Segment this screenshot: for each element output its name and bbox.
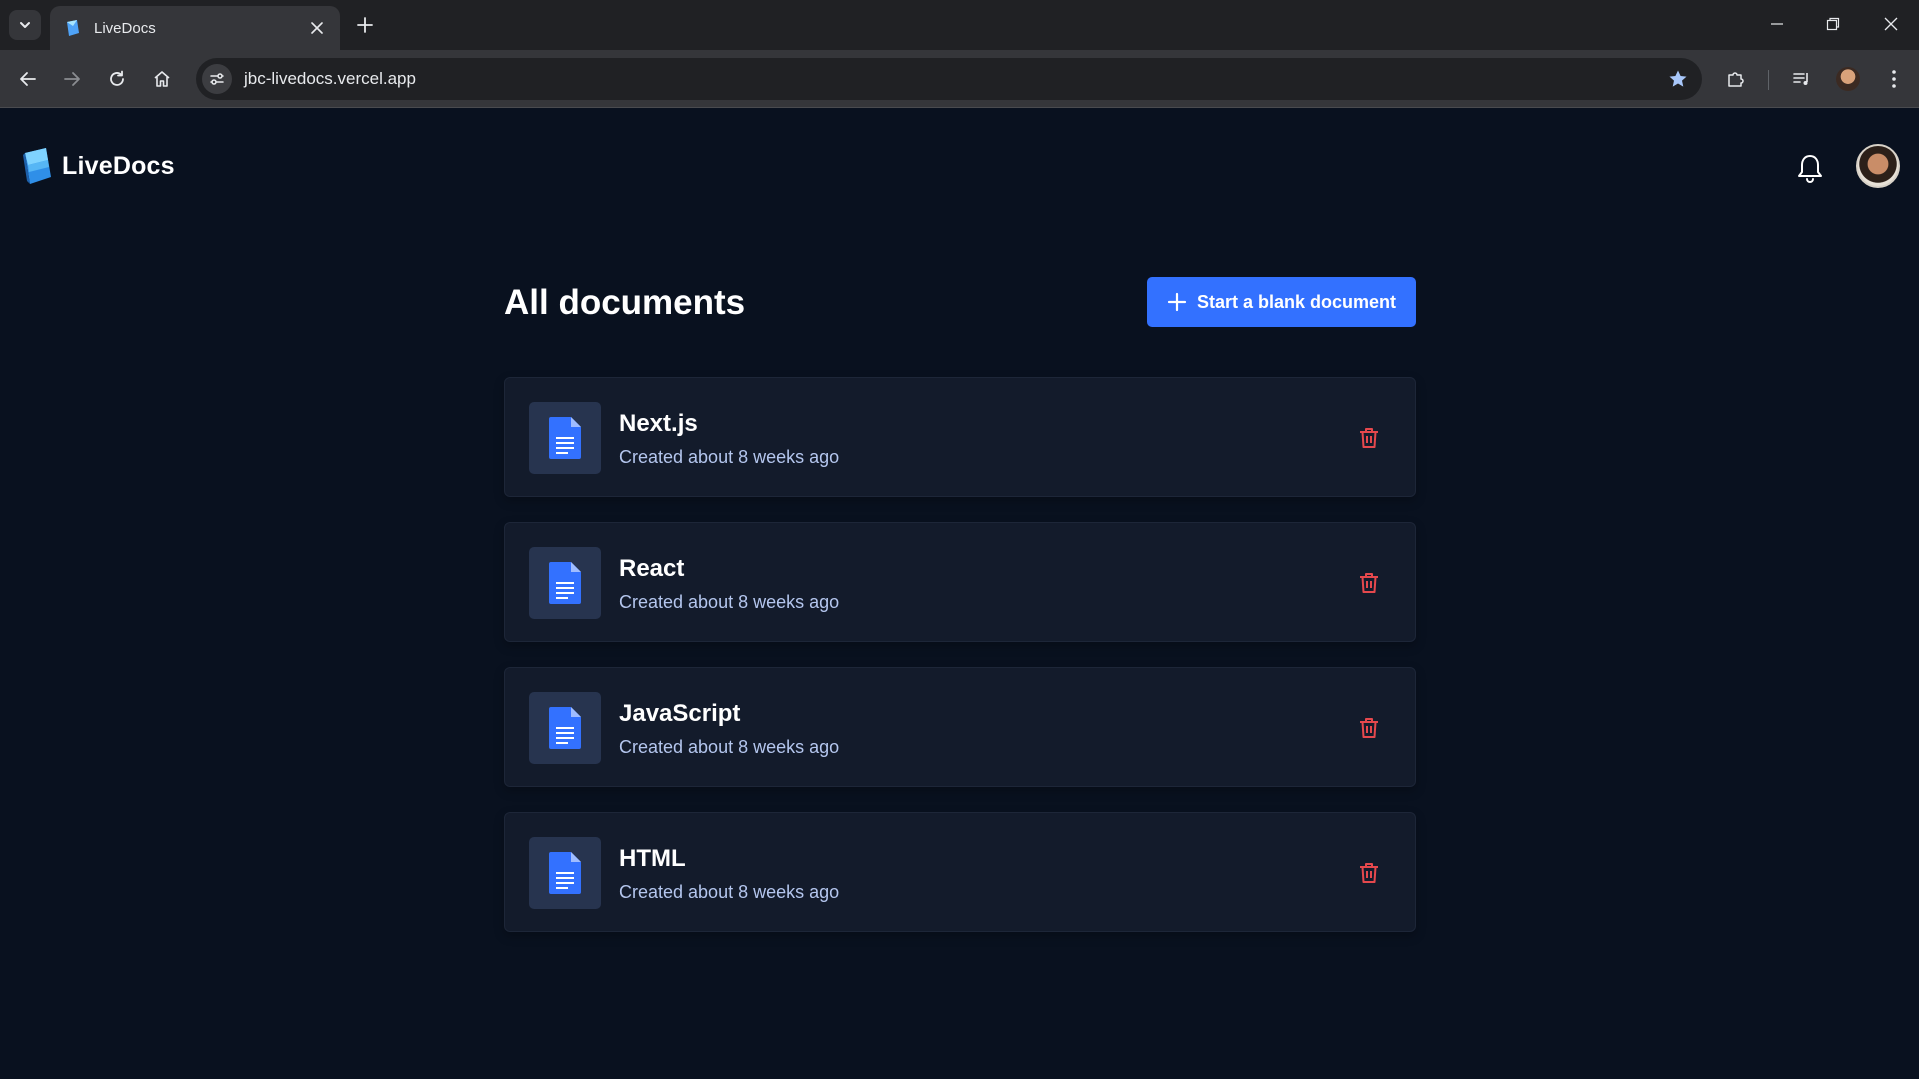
browser-toolbar: jbc-livedocs.vercel.app: [0, 50, 1919, 108]
window-minimize-button[interactable]: [1754, 8, 1800, 40]
window-close-button[interactable]: [1868, 8, 1914, 40]
delete-document-button[interactable]: [1355, 569, 1383, 597]
document-list: Next.js Created about 8 weeks ago React …: [504, 377, 1416, 957]
document-card[interactable]: HTML Created about 8 weeks ago: [504, 812, 1416, 932]
document-title: JavaScript: [619, 700, 741, 727]
document-created-time: Created about 8 weeks ago: [619, 592, 840, 612]
address-bar[interactable]: jbc-livedocs.vercel.app: [196, 58, 1702, 100]
close-icon: [311, 22, 323, 34]
chevron-down-icon: [20, 22, 30, 28]
document-created-time: Created about 8 weeks ago: [619, 882, 840, 902]
trash-icon: [1360, 718, 1378, 738]
forward-button[interactable]: [56, 63, 88, 95]
livedocs-logo-icon: [23, 148, 51, 184]
tab-title: LiveDocs: [94, 19, 156, 37]
plus-icon: [1167, 292, 1187, 312]
document-title: React: [619, 555, 685, 582]
document-icon: [549, 707, 581, 749]
reload-icon: [110, 70, 124, 86]
trash-icon: [1360, 428, 1378, 448]
star-icon: [1669, 70, 1687, 87]
restore-icon: [1826, 17, 1840, 31]
back-button[interactable]: [12, 63, 44, 95]
document-title: Next.js: [619, 410, 698, 437]
document-thumbnail: [529, 547, 601, 619]
livedocs-favicon: [67, 20, 79, 36]
start-blank-document-label: Start a blank document: [1196, 291, 1397, 312]
delete-document-button[interactable]: [1355, 424, 1383, 452]
tune-icon: [210, 73, 224, 85]
reload-button[interactable]: [101, 63, 133, 95]
browser-menu-button[interactable]: [1878, 63, 1910, 95]
delete-document-button[interactable]: [1355, 859, 1383, 887]
document-thumbnail: [529, 837, 601, 909]
puzzle-icon: [1728, 72, 1744, 87]
trash-icon: [1360, 863, 1378, 883]
document-icon: [549, 417, 581, 459]
user-avatar[interactable]: [1856, 144, 1900, 188]
arrow-left-icon: [20, 72, 36, 86]
media-queue-icon: [1793, 73, 1808, 85]
browser-profile-avatar[interactable]: [1836, 67, 1860, 91]
document-thumbnail: [529, 692, 601, 764]
document-created-time: Created about 8 weeks ago: [619, 737, 840, 757]
document-card[interactable]: React Created about 8 weeks ago: [504, 522, 1416, 642]
plus-icon: [357, 17, 373, 33]
brand-name: LiveDocs: [62, 151, 175, 180]
kebab-menu-icon: [1892, 70, 1896, 88]
bell-icon: [1798, 155, 1822, 183]
document-created-time: Created about 8 weeks ago: [619, 447, 840, 467]
close-icon: [1884, 17, 1898, 31]
site-info-button[interactable]: [202, 64, 232, 94]
media-control-button[interactable]: [1786, 63, 1818, 95]
extensions-button[interactable]: [1720, 63, 1752, 95]
delete-document-button[interactable]: [1355, 714, 1383, 742]
document-icon: [549, 562, 581, 604]
document-thumbnail: [529, 402, 601, 474]
window-restore-button[interactable]: [1810, 8, 1856, 40]
url-text[interactable]: jbc-livedocs.vercel.app: [244, 69, 1668, 89]
notifications-button[interactable]: [1794, 151, 1826, 185]
document-icon: [549, 852, 581, 894]
browser-tab-active[interactable]: LiveDocs: [50, 6, 340, 50]
document-card[interactable]: Next.js Created about 8 weeks ago: [504, 377, 1416, 497]
brand-logo-link[interactable]: LiveDocs: [22, 147, 175, 185]
tab-search-button[interactable]: [9, 10, 41, 40]
app-header: LiveDocs: [0, 109, 1919, 223]
browser-tabstrip: LiveDocs: [0, 0, 1919, 50]
page-title: All documents: [504, 283, 746, 322]
start-blank-document-button[interactable]: Start a blank document: [1147, 277, 1416, 327]
document-title: HTML: [619, 845, 686, 872]
arrow-right-icon: [64, 72, 80, 86]
toolbar-separator: [1768, 70, 1769, 90]
home-icon: [154, 71, 170, 87]
minimize-icon: [1771, 23, 1783, 25]
trash-icon: [1360, 573, 1378, 593]
new-tab-button[interactable]: [352, 12, 378, 38]
bookmark-button[interactable]: [1668, 69, 1688, 89]
document-card[interactable]: JavaScript Created about 8 weeks ago: [504, 667, 1416, 787]
home-button[interactable]: [146, 63, 178, 95]
tab-close-button[interactable]: [306, 17, 328, 39]
